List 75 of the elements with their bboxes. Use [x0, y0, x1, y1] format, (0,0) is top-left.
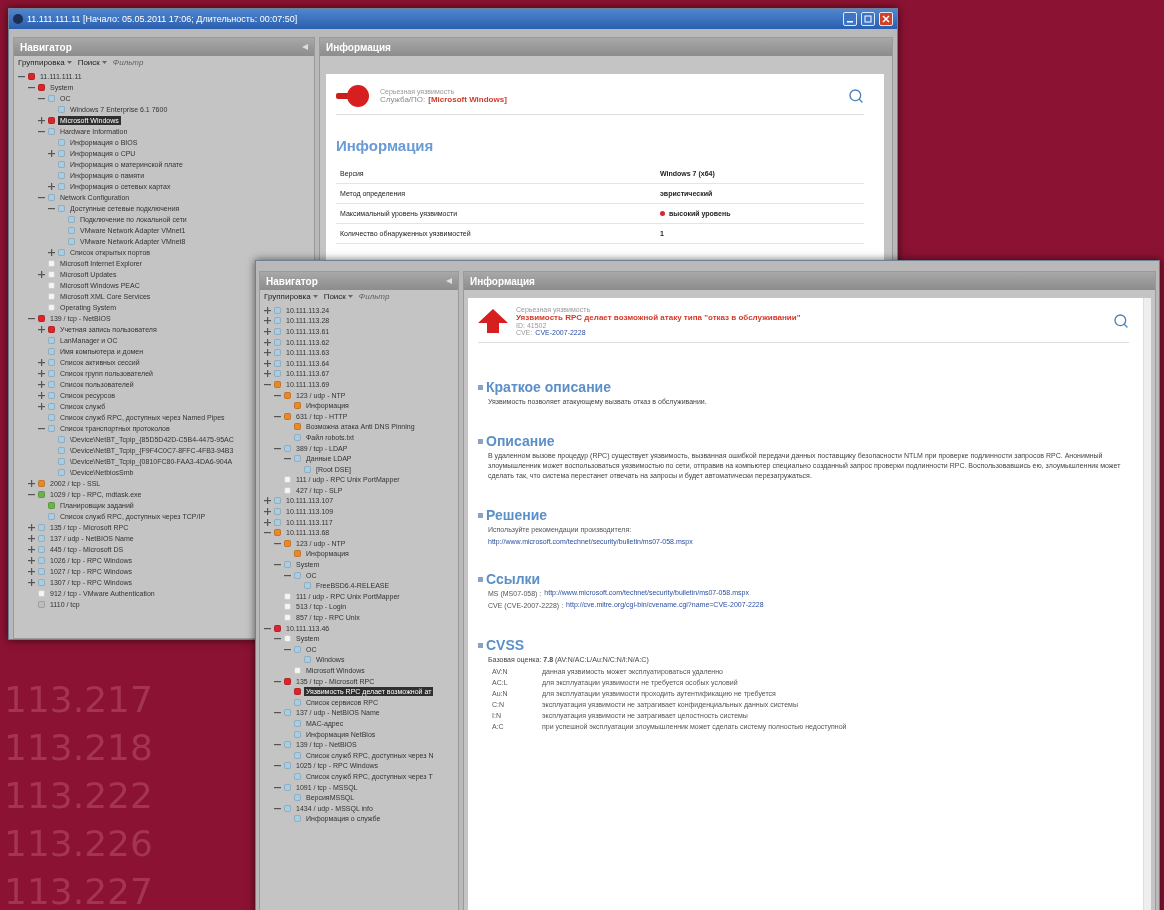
collapse-icon[interactable] [28, 84, 35, 91]
expand-icon[interactable] [28, 568, 35, 575]
panel-title: Навигатор [266, 275, 318, 287]
expand-icon[interactable] [48, 183, 55, 190]
panel-title: Информация [470, 275, 535, 287]
caret-icon [66, 61, 72, 64]
search-icon[interactable] [1113, 313, 1129, 329]
expand-icon[interactable] [48, 249, 55, 256]
app-icon [13, 14, 23, 24]
expand-icon[interactable] [38, 326, 45, 333]
expand-icon[interactable] [38, 392, 45, 399]
expand-icon[interactable] [38, 403, 45, 410]
close-icon [882, 15, 890, 23]
service-value: [Microsoft Windows] [428, 95, 507, 104]
scrollbar[interactable] [1143, 298, 1151, 910]
collapse-icon[interactable] [18, 73, 25, 80]
expand-icon[interactable] [28, 546, 35, 553]
collapse-icon[interactable] [38, 194, 45, 201]
expand-icon[interactable] [264, 508, 271, 516]
section-heading: Информация [336, 137, 435, 154]
collapse-icon[interactable] [38, 425, 45, 432]
expand-icon[interactable] [28, 524, 35, 531]
expand-icon[interactable] [264, 306, 271, 314]
expand-icon[interactable] [28, 579, 35, 586]
square-bullet-icon [478, 438, 483, 444]
expand-icon[interactable] [38, 370, 45, 377]
maximize-icon [864, 15, 872, 23]
expand-icon[interactable] [38, 117, 45, 124]
collapse-icon[interactable] [38, 128, 45, 135]
section-heading: Решение [486, 507, 548, 523]
collapse-icon[interactable] [28, 315, 35, 322]
expand-icon[interactable] [264, 328, 271, 335]
expand-icon[interactable] [264, 370, 271, 378]
expand-icon[interactable] [28, 535, 35, 542]
section-heading: Описание [486, 433, 555, 449]
toolbar-button[interactable]: Поиск [323, 292, 353, 301]
square-bullet-icon [478, 512, 483, 518]
expand-icon[interactable] [264, 338, 271, 346]
expand-icon[interactable] [264, 359, 271, 367]
toolbar-button[interactable]: Группировка [18, 58, 72, 67]
square-bullet-icon [478, 642, 483, 648]
collapse-icon[interactable] [28, 491, 35, 498]
caret-icon [347, 295, 353, 298]
service-label: Служба/ПО: [380, 95, 426, 104]
panel-title: Информация [326, 41, 391, 53]
square-bullet-icon [478, 576, 483, 582]
vulnerability-title: Уязвимость RPC делает возможной атаку типа "отказ в обслуживании" [516, 313, 802, 322]
expand-icon[interactable] [38, 271, 45, 278]
expand-icon[interactable] [28, 480, 35, 487]
minimize-button[interactable] [843, 12, 857, 26]
section-heading: Ссылки [486, 571, 541, 587]
section-heading: Краткое описание [486, 379, 611, 395]
window-title: 11.111.111.11 [Начало: 05.05.2011 17:06; Длительность: 00:07:50] [27, 14, 299, 24]
square-bullet-icon [478, 384, 483, 390]
expand-icon[interactable] [264, 518, 271, 526]
up-arrow-icon [478, 309, 508, 333]
expand-icon[interactable] [38, 359, 45, 366]
close-button[interactable] [879, 12, 893, 26]
caret-icon [312, 295, 318, 298]
search-icon[interactable] [848, 88, 864, 104]
expand-icon[interactable] [264, 497, 271, 505]
expand-icon[interactable] [264, 349, 271, 357]
section-heading: CVSS [486, 637, 525, 653]
panel-title: Навигатор [20, 41, 72, 53]
expand-icon[interactable] [28, 557, 35, 564]
maximize-button[interactable] [861, 12, 875, 26]
expand-icon[interactable] [264, 317, 271, 325]
expand-icon[interactable] [38, 381, 45, 388]
caret-icon [101, 61, 107, 64]
collapse-icon[interactable] [38, 95, 45, 102]
expand-icon[interactable] [48, 150, 55, 157]
collapse-icon[interactable] [48, 205, 55, 212]
toolbar-button[interactable]: Поиск [77, 58, 107, 67]
toolbar-button[interactable]: Группировка [264, 292, 318, 301]
round-marker-icon [336, 84, 372, 108]
